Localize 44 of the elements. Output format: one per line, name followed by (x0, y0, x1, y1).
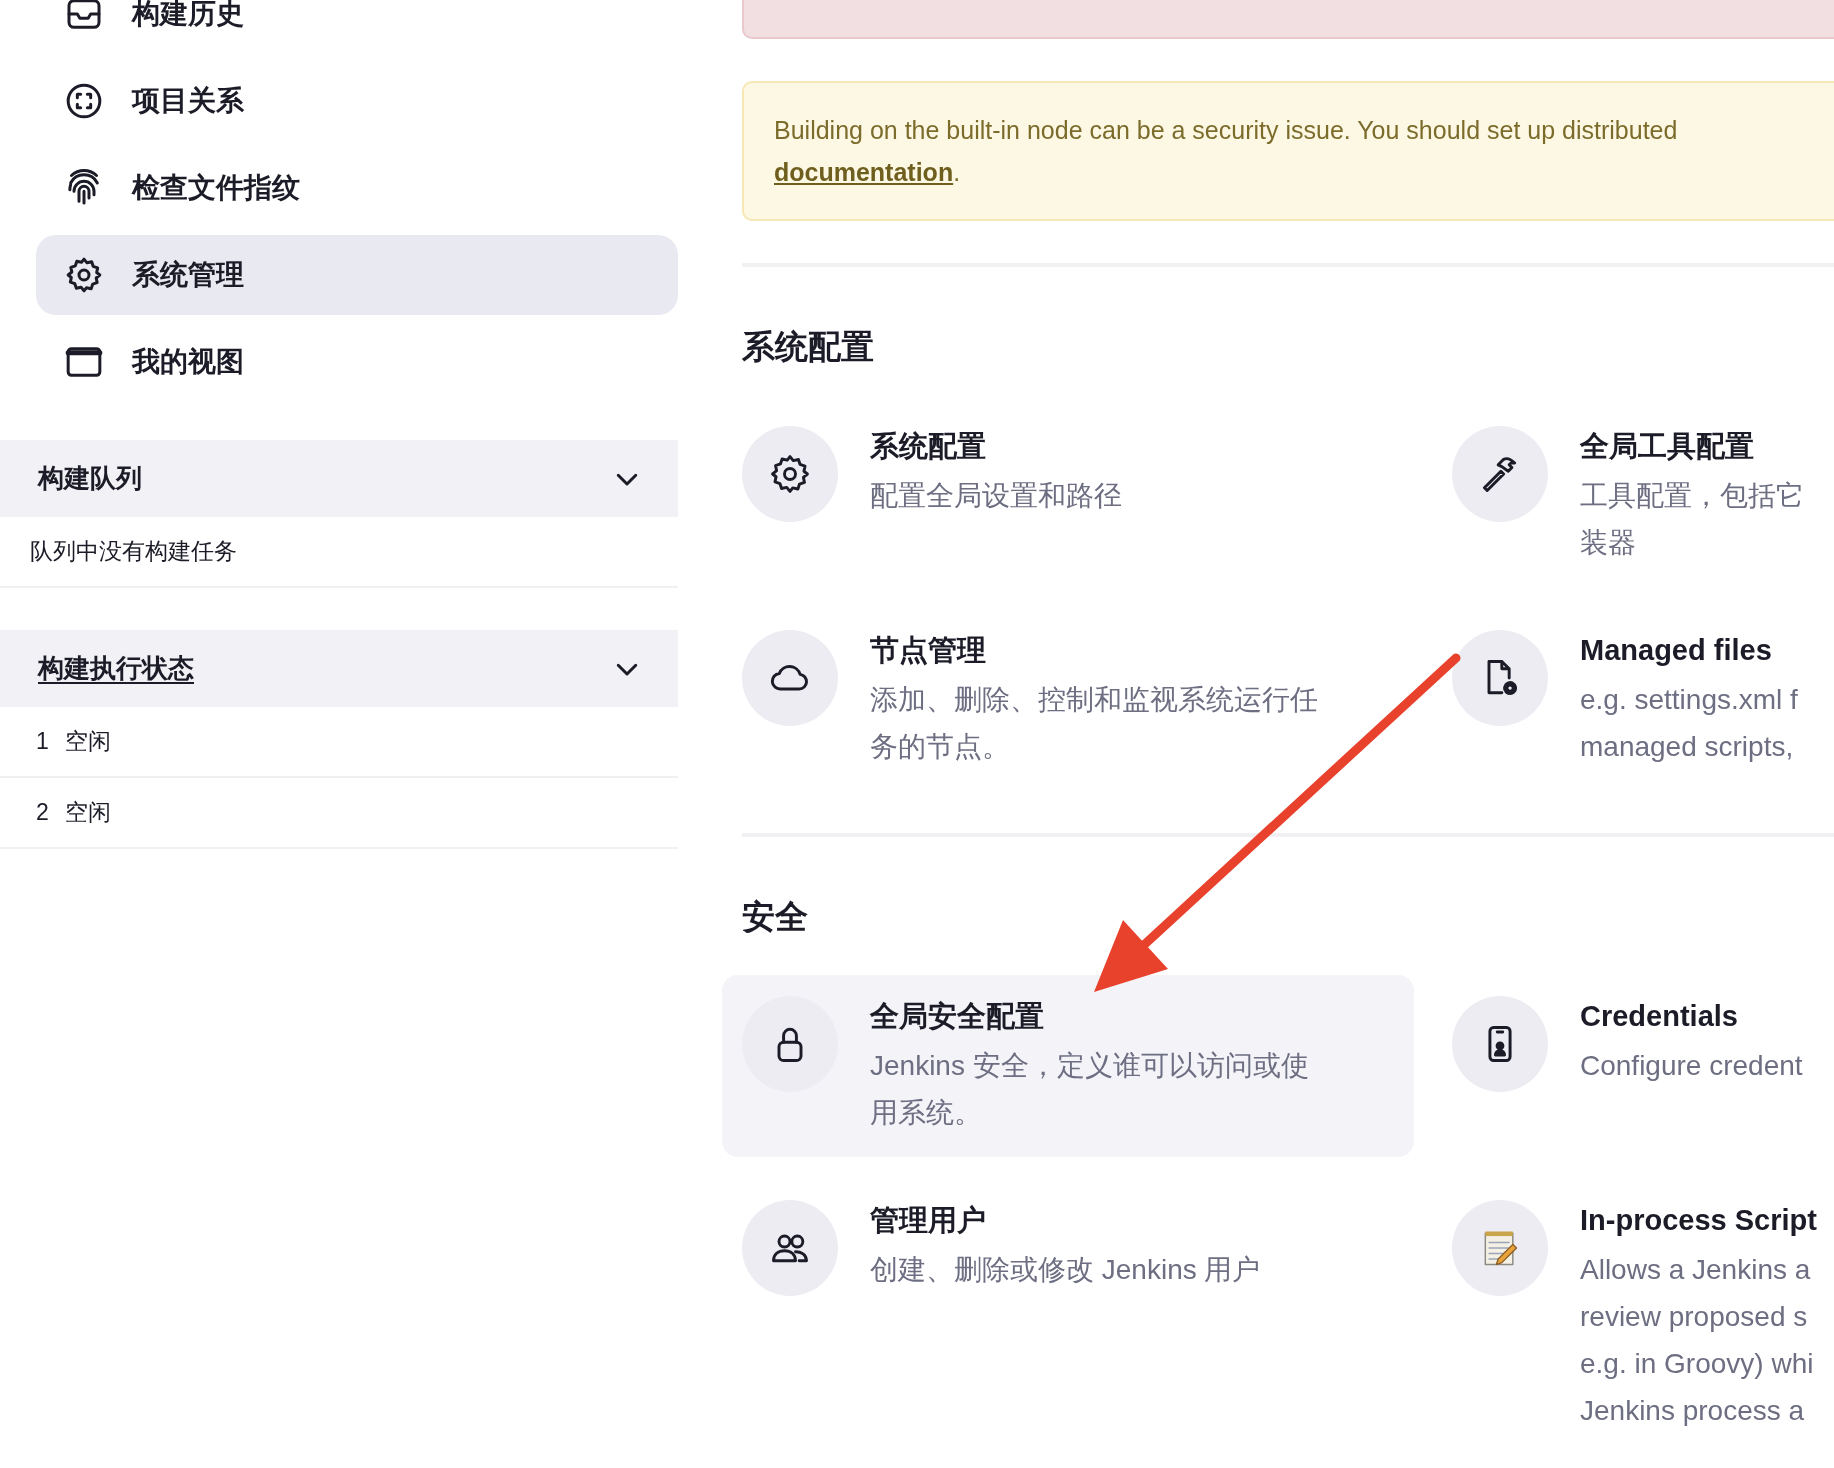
card-title: 系统配置 (870, 429, 987, 464)
card-title: Managed files (1580, 633, 1773, 668)
executor-number: 1 (36, 728, 49, 755)
management-card[interactable]: Managed files e.g. settings.xml f managed scripts, (1432, 609, 1834, 791)
panel-header[interactable]: 构建执行状态 (0, 630, 678, 707)
section-heading: 系统配置 (742, 327, 875, 367)
settings-icon (64, 255, 104, 295)
sidebar-item[interactable]: 项目关系 (36, 61, 678, 141)
management-card[interactable]: Credentials Configure credent (1432, 975, 1834, 1157)
card-description: 配置全局设置和路径 (870, 479, 1122, 513)
card-description: Configure credent (1580, 1049, 1803, 1083)
executor-number: 2 (36, 799, 49, 826)
sidebar-item[interactable]: 系统管理 (36, 235, 678, 315)
management-card[interactable]: 系统配置 配置全局设置和路径 (722, 405, 1414, 587)
card-title: 节点管理 (870, 633, 987, 668)
card-description: Allows a Jenkins a review proposed s e.g. in Groovy) whi Jenkins process a (1580, 1253, 1815, 1428)
alert-message: Building on the built-in node can be a security issue. You should set up distributed documentation. (774, 115, 1679, 188)
card-description: 创建、删除或修改 Jenkins 用户 (870, 1253, 1261, 1287)
management-card[interactable]: 全局安全配置 Jenkins 安全，定义谁可以访问或使用系统。 (722, 975, 1414, 1157)
panel-row-text: 空闲 (64, 798, 111, 827)
sidebar-item[interactable]: 我的视图 (36, 322, 678, 402)
management-card[interactable]: 全局工具配置 工具配置，包括它装器 (1432, 405, 1834, 587)
documentation-link[interactable]: documentation (774, 158, 954, 186)
frame-icon (64, 81, 104, 121)
sidebar-item[interactable]: 检查文件指纹 (36, 148, 678, 228)
card-description: 工具配置，包括它装器 (1580, 479, 1805, 560)
card-title: 管理用户 (870, 1203, 987, 1238)
panel-title[interactable]: 构建队列 (38, 461, 142, 496)
card-title: 全局安全配置 (870, 999, 1045, 1034)
card-title: In-process Script (1580, 1203, 1817, 1238)
card-title: 全局工具配置 (1580, 429, 1755, 464)
panel-row-text: 队列中没有构建任务 (30, 537, 237, 566)
management-card[interactable]: 管理用户 创建、删除或修改 Jenkins 用户 (722, 1179, 1414, 1455)
panel-row-text: 空闲 (64, 727, 111, 756)
card-description: Jenkins 安全，定义谁可以访问或使用系统。 (870, 1049, 1310, 1130)
sidebar-item[interactable]: 构建历史 (36, 0, 678, 54)
card-description: 添加、删除、控制和监视系统运行任务的节点。 (870, 683, 1319, 764)
management-card[interactable]: 节点管理 添加、删除、控制和监视系统运行任务的节点。 (722, 609, 1414, 791)
card-description: e.g. settings.xml f managed scripts, (1580, 683, 1798, 764)
management-card[interactable]: In-process Script Allows a Jenkins a review proposed s e.g. in Groovy) whi Jenkins process a (1432, 1179, 1834, 1455)
section-heading: 安全 (742, 897, 809, 937)
panel-title[interactable]: 构建执行状态 (38, 651, 194, 686)
card-title: Credentials (1580, 999, 1739, 1034)
panel-header[interactable]: 构建队列 (0, 440, 678, 517)
